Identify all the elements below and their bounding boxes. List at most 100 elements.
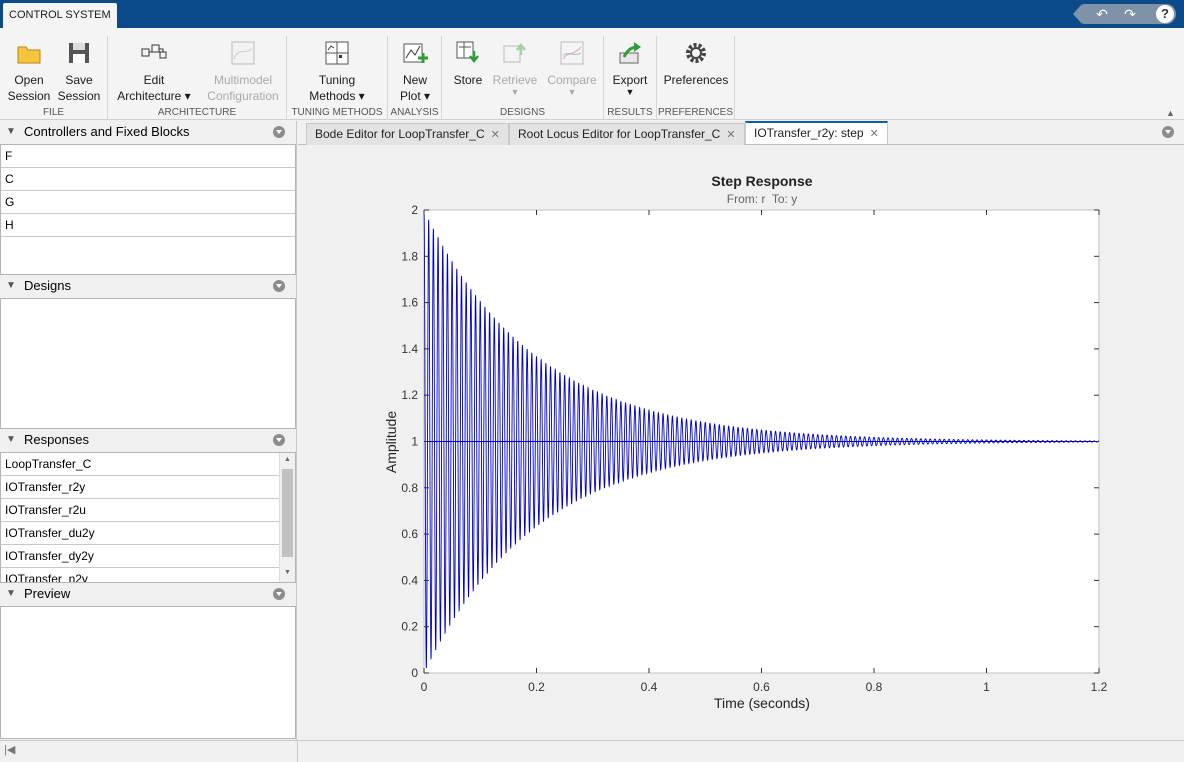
dropdown-arrow-icon: ▾ bbox=[184, 89, 191, 103]
collapse-triangle-icon[interactable]: ▼ bbox=[6, 121, 16, 143]
export-icon bbox=[616, 39, 644, 67]
dropdown-arrow-icon: ▼ bbox=[510, 87, 520, 97]
x-tick-label: 1 bbox=[983, 680, 990, 694]
close-icon[interactable]: ✕ bbox=[726, 129, 735, 141]
section-label-results: RESULTS bbox=[607, 107, 653, 118]
section-analysis: New Plot ▾ ANALYSIS bbox=[388, 36, 442, 120]
dropdown-arrow-icon: ▼ bbox=[625, 87, 635, 97]
ribbon-toolstrip: Open Session Save Session FILE Edit Arch… bbox=[0, 28, 1184, 120]
title-bar: CONTROL SYSTEM ↶ ↷ ? bbox=[0, 0, 1184, 28]
section-preferences: Preferences PREFERENCES bbox=[657, 36, 735, 120]
compare-icon bbox=[558, 39, 586, 67]
dropdown-arrow-icon: ▾ bbox=[358, 89, 365, 103]
y-axis-label: Amplitude bbox=[383, 411, 399, 473]
gear-icon bbox=[682, 39, 710, 67]
list-item[interactable]: IOTransfer_n2y bbox=[1, 568, 279, 582]
list-item[interactable]: LoopTransfer_C bbox=[1, 453, 279, 476]
close-icon[interactable]: ✕ bbox=[870, 128, 879, 140]
tab-control-system[interactable]: CONTROL SYSTEM bbox=[3, 3, 117, 28]
list-item[interactable]: IOTransfer_dy2y bbox=[1, 545, 279, 568]
list-item[interactable]: H bbox=[1, 214, 295, 237]
plot-document: Step Response From: r To: y 0 0.2 0.4 0.6 0.… bbox=[298, 146, 1184, 740]
tab-iotransfer-step[interactable]: IOTransfer_r2y: step ✕ bbox=[745, 121, 888, 144]
responses-scrollbar[interactable]: ▲ ▼ bbox=[279, 453, 295, 582]
section-results: Export ▼ RESULTS bbox=[604, 36, 657, 120]
panel-menu-icon[interactable] bbox=[273, 280, 285, 292]
preview-panel-header[interactable]: ▼ Preview bbox=[0, 583, 297, 605]
y-tick-label: 0 bbox=[411, 666, 418, 680]
section-label-analysis: ANALYSIS bbox=[390, 107, 439, 118]
collapse-triangle-icon[interactable]: ▼ bbox=[6, 583, 16, 605]
preferences-button[interactable]: Preferences bbox=[661, 36, 731, 88]
preview-area bbox=[0, 606, 296, 739]
new-plot-button[interactable]: New Plot ▾ bbox=[394, 36, 436, 104]
y-tick-label: 0.6 bbox=[401, 527, 418, 541]
y-tick-label: 0.8 bbox=[401, 481, 418, 495]
data-browser-panel: ▼ Controllers and Fixed Blocks F C G H ▼… bbox=[0, 121, 297, 740]
collapse-triangle-icon[interactable]: ▼ bbox=[6, 429, 16, 451]
y-tick-label: 1.2 bbox=[401, 388, 418, 402]
open-session-button[interactable]: Open Session bbox=[6, 36, 52, 104]
tab-root-locus-editor[interactable]: Root Locus Editor for LoopTransfer_C ✕ bbox=[509, 123, 745, 145]
scroll-up-icon[interactable]: ▲ bbox=[284, 456, 291, 463]
collapse-ribbon-icon[interactable]: ▲ bbox=[1166, 108, 1178, 118]
store-button[interactable]: Store bbox=[448, 36, 488, 88]
scrollbar-thumb[interactable] bbox=[282, 469, 293, 557]
x-tick-label: 1.2 bbox=[1091, 680, 1108, 694]
list-item[interactable]: IOTransfer_r2u bbox=[1, 499, 279, 522]
x-tick-label: 0 bbox=[421, 680, 428, 694]
panel-menu-icon[interactable] bbox=[273, 126, 285, 138]
x-tick-label: 0.4 bbox=[641, 680, 658, 694]
help-icon[interactable]: ? bbox=[1156, 5, 1174, 23]
panel-menu-icon[interactable] bbox=[273, 588, 285, 600]
section-label-tuning-methods: TUNING METHODS bbox=[291, 107, 383, 118]
chart-subtitle: From: r To: y bbox=[727, 192, 797, 206]
block-diagram-icon bbox=[140, 39, 168, 67]
undo-icon[interactable]: ↶ bbox=[1092, 4, 1112, 24]
section-file: Open Session Save Session FILE bbox=[0, 36, 108, 120]
edit-architecture-button[interactable]: Edit Architecture ▾ bbox=[114, 36, 194, 104]
designs-list bbox=[0, 298, 296, 429]
list-item[interactable]: F bbox=[1, 145, 295, 168]
dropdown-arrow-icon: ▼ bbox=[567, 87, 577, 97]
export-button[interactable]: Export ▼ bbox=[608, 36, 652, 97]
dropdown-arrow-icon: ▾ bbox=[424, 89, 431, 103]
collapse-panel-icon[interactable]: |◀ bbox=[4, 743, 15, 756]
responses-panel-header[interactable]: ▼ Responses bbox=[0, 429, 297, 451]
redo-icon[interactable]: ↷ bbox=[1120, 4, 1140, 24]
list-item[interactable]: G bbox=[1, 191, 295, 214]
status-bar: |◀ bbox=[0, 740, 1184, 762]
section-label-file: FILE bbox=[42, 107, 65, 118]
scroll-down-icon[interactable]: ▼ bbox=[284, 569, 291, 576]
y-tick-label: 2 bbox=[411, 203, 418, 217]
section-designs: Store Retrieve ▼ Compare ▼ DESIGNS bbox=[442, 36, 604, 120]
section-label-preferences: PREFERENCES bbox=[657, 107, 733, 118]
controllers-panel-header[interactable]: ▼ Controllers and Fixed Blocks bbox=[0, 121, 297, 143]
section-architecture: Edit Architecture ▾ Multimodel Configura… bbox=[108, 36, 287, 120]
designs-panel-header[interactable]: ▼ Designs bbox=[0, 275, 297, 297]
save-icon bbox=[65, 39, 93, 67]
collapse-triangle-icon[interactable]: ▼ bbox=[6, 275, 16, 297]
y-tick-label: 1.4 bbox=[401, 342, 418, 356]
document-tab-bar: Bode Editor for LoopTransfer_C ✕ Root Loc… bbox=[298, 121, 1184, 145]
step-response-chart[interactable]: Step Response From: r To: y 0 0.2 0.4 0.6 0.… bbox=[298, 146, 1184, 740]
y-tick-label: 1.8 bbox=[401, 249, 418, 263]
list-item[interactable]: C bbox=[1, 168, 295, 191]
tuning-methods-button[interactable]: Tuning Methods ▾ bbox=[297, 36, 377, 104]
panel-menu-icon[interactable] bbox=[273, 434, 285, 446]
compare-button[interactable]: Compare ▼ bbox=[544, 36, 600, 97]
save-session-button[interactable]: Save Session bbox=[56, 36, 102, 104]
section-tuning-methods: Tuning Methods ▾ TUNING METHODS bbox=[287, 36, 388, 120]
list-item[interactable]: IOTransfer_du2y bbox=[1, 522, 279, 545]
multimodel-configuration-button[interactable]: Multimodel Configuration bbox=[202, 36, 284, 104]
responses-list: LoopTransfer_C IOTransfer_r2y IOTransfer… bbox=[0, 452, 296, 583]
tab-menu-icon[interactable] bbox=[1162, 126, 1174, 138]
close-icon[interactable]: ✕ bbox=[491, 129, 500, 141]
controllers-list: F C G H bbox=[0, 144, 296, 275]
tab-bode-editor[interactable]: Bode Editor for LoopTransfer_C ✕ bbox=[306, 123, 509, 145]
status-divider bbox=[297, 741, 298, 762]
multimodel-icon bbox=[229, 39, 257, 67]
list-item[interactable]: IOTransfer_r2y bbox=[1, 476, 279, 499]
retrieve-button[interactable]: Retrieve ▼ bbox=[490, 36, 540, 97]
y-tick-label: 0.4 bbox=[401, 573, 418, 587]
